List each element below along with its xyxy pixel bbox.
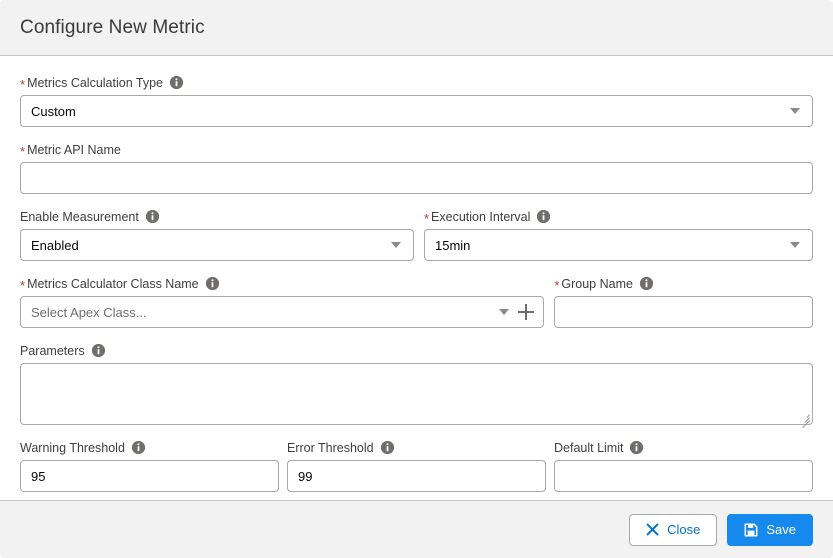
select-enable-measurement[interactable]: Enabled	[20, 229, 414, 261]
field-row-thresholds: Warning Threshold 95 Error Threshold 99 …	[20, 439, 813, 492]
select-metrics-calculation-type[interactable]: Custom	[20, 95, 813, 127]
label-text: Enable Measurement	[20, 209, 139, 224]
info-icon[interactable]	[537, 210, 551, 223]
input-error-threshold[interactable]: 99	[287, 460, 546, 492]
info-icon[interactable]	[145, 210, 159, 223]
label-parameters: Parameters	[20, 342, 813, 359]
textarea-parameters[interactable]	[20, 363, 813, 429]
dialog-footer: Close Save	[0, 500, 833, 558]
label-text: Group Name	[561, 276, 633, 291]
label-enable-measurement: Enable Measurement	[20, 208, 414, 225]
field-row-parameters: Parameters	[20, 342, 813, 429]
save-icon	[744, 523, 758, 537]
dialog-title: Configure New Metric	[20, 16, 205, 38]
close-icon	[646, 523, 659, 536]
label-execution-interval: * Execution Interval	[424, 208, 813, 225]
lookup-metrics-calculator-class-name[interactable]: Select Apex Class...	[20, 296, 545, 328]
field-default-limit: Default Limit	[554, 439, 813, 492]
field-warning-threshold: Warning Threshold 95	[20, 439, 279, 492]
required-asterisk: *	[554, 277, 560, 293]
select-value: Enabled	[31, 237, 79, 253]
save-button[interactable]: Save	[727, 513, 813, 546]
field-enable-measurement: Enable Measurement Enabled	[20, 208, 414, 261]
configure-new-metric-dialog: Configure New Metric * Metrics Calculati…	[0, 0, 833, 558]
select-value: 15min	[434, 237, 471, 253]
input-warning-threshold[interactable]: 95	[20, 460, 279, 492]
label-error-threshold: Error Threshold	[287, 439, 546, 456]
field-row-metric-api-name: * Metric API Name	[20, 141, 813, 194]
info-icon[interactable]	[380, 441, 394, 454]
chevron-down-icon[interactable]	[390, 242, 401, 248]
chevron-down-icon[interactable]	[499, 309, 510, 315]
info-icon[interactable]	[630, 441, 644, 454]
close-button-label: Close	[667, 522, 701, 537]
label-text: Metrics Calculation Type	[27, 75, 163, 90]
chevron-down-icon[interactable]	[790, 108, 800, 114]
field-execution-interval: * Execution Interval 15min	[423, 208, 813, 261]
field-metrics-calculation-type: * Metrics Calculation Type Custom	[20, 74, 813, 127]
input-default-limit[interactable]	[554, 460, 813, 492]
add-apex-class-button[interactable]	[518, 304, 535, 320]
label-text: Error Threshold	[287, 440, 374, 455]
field-error-threshold: Error Threshold 99	[287, 439, 546, 492]
info-icon[interactable]	[131, 441, 145, 454]
required-asterisk: *	[423, 210, 430, 226]
label-text: Parameters	[20, 343, 85, 358]
required-asterisk: *	[20, 277, 26, 293]
label-metrics-calculation-type: * Metrics Calculation Type	[20, 74, 813, 91]
select-value: Custom	[31, 103, 76, 119]
info-icon[interactable]	[170, 76, 183, 89]
label-text: Warning Threshold	[20, 440, 125, 455]
label-group-name: * Group Name	[554, 275, 813, 292]
label-default-limit: Default Limit	[554, 439, 813, 456]
field-metrics-calculator-class-name: * Metrics Calculator Class Name Select A…	[20, 275, 545, 328]
input-metric-api-name[interactable]	[20, 162, 813, 194]
dialog-body: * Metrics Calculation Type Custom * Metr…	[0, 56, 833, 500]
info-icon[interactable]	[91, 344, 105, 357]
field-row-measurement-interval: Enable Measurement Enabled * Execution I…	[20, 208, 813, 261]
field-row-metrics-calculation-type: * Metrics Calculation Type Custom	[20, 74, 813, 127]
input-value: 95	[31, 468, 46, 484]
field-parameters: Parameters	[20, 342, 813, 429]
dialog-header: Configure New Metric	[0, 0, 833, 56]
info-icon[interactable]	[639, 277, 653, 290]
save-button-label: Save	[766, 522, 796, 537]
label-text: Metrics Calculator Class Name	[27, 276, 199, 291]
required-asterisk: *	[20, 76, 26, 92]
input-group-name[interactable]	[554, 296, 813, 328]
chevron-down-icon[interactable]	[790, 242, 800, 248]
input-value: 99	[298, 468, 313, 484]
field-metric-api-name: * Metric API Name	[20, 141, 813, 194]
select-execution-interval[interactable]: 15min	[423, 229, 813, 261]
field-row-class-group: * Metrics Calculator Class Name Select A…	[20, 275, 813, 328]
label-warning-threshold: Warning Threshold	[20, 439, 279, 456]
label-text: Execution Interval	[431, 209, 531, 224]
resize-handle-icon[interactable]	[799, 411, 810, 429]
label-text: Metric API Name	[27, 142, 121, 157]
close-button[interactable]: Close	[629, 513, 718, 546]
label-text: Default Limit	[554, 440, 624, 455]
info-icon[interactable]	[205, 277, 219, 290]
field-group-name: * Group Name	[554, 275, 813, 328]
label-metric-api-name: * Metric API Name	[20, 141, 813, 158]
required-asterisk: *	[20, 143, 26, 159]
lookup-placeholder: Select Apex Class...	[31, 304, 147, 320]
label-metrics-calculator-class-name: * Metrics Calculator Class Name	[20, 275, 544, 292]
